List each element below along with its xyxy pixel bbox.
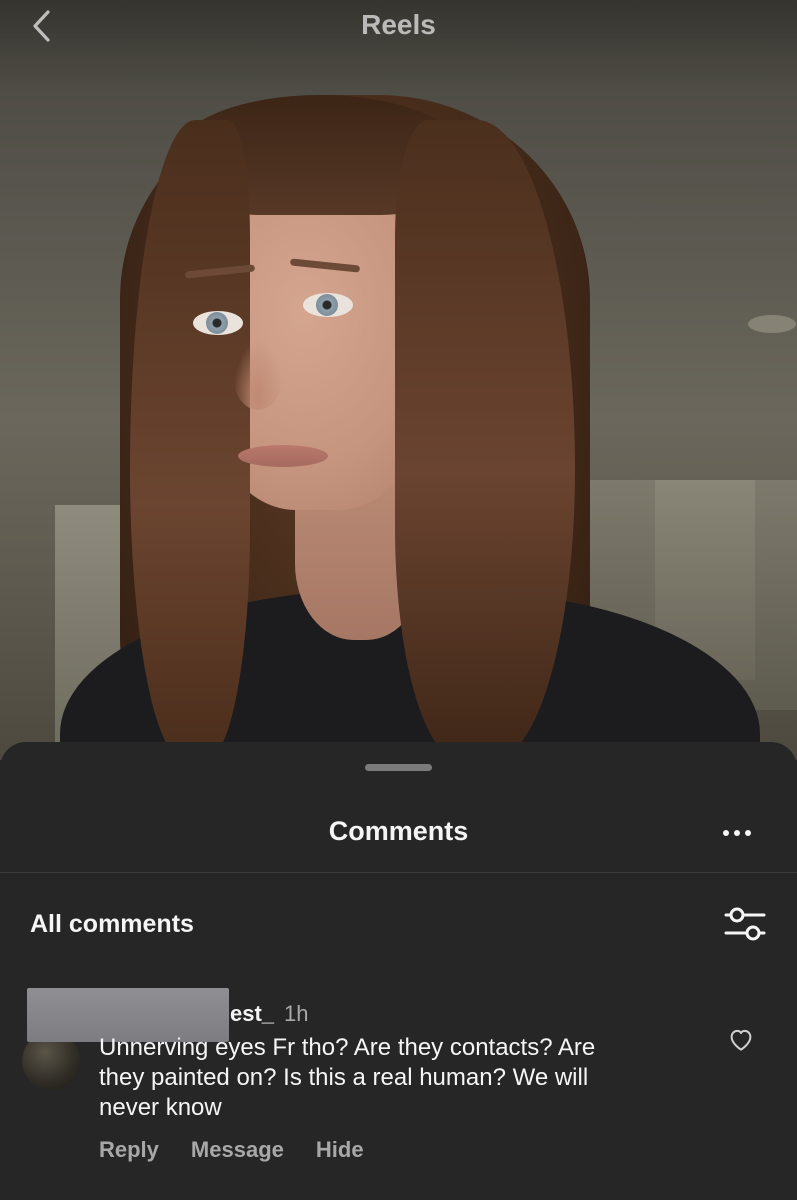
top-bar: Reels <box>0 0 797 56</box>
hide-button[interactable]: Hide <box>316 1137 364 1163</box>
comment-actions: Reply Message Hide <box>99 1137 364 1163</box>
divider <box>0 872 797 873</box>
page-title: Reels <box>361 9 436 40</box>
reel-video[interactable] <box>0 0 797 760</box>
comment-username[interactable]: est_ <box>230 1001 274 1027</box>
comments-filter-label: All comments <box>30 910 194 938</box>
heart-outline-icon <box>730 1029 752 1051</box>
like-button[interactable] <box>726 1024 756 1054</box>
more-options-button[interactable] <box>718 818 758 848</box>
sheet-drag-handle[interactable] <box>365 764 432 771</box>
comments-sheet: Comments All comments est_ 1h Unnerving … <box>0 742 797 1200</box>
filter-button[interactable] <box>722 904 768 944</box>
ceiling-light <box>748 315 796 333</box>
more-horizontal-icon <box>723 830 751 836</box>
comment-timestamp: 1h <box>284 1001 309 1026</box>
person-eye <box>303 293 353 317</box>
person-eye <box>193 311 243 335</box>
message-button[interactable]: Message <box>191 1137 284 1163</box>
person-nose <box>233 340 283 410</box>
sliders-icon <box>724 907 766 941</box>
person-lips <box>238 445 328 467</box>
reply-button[interactable]: Reply <box>99 1137 159 1163</box>
comment-text: Unnerving eyes Fr tho? Are they contacts… <box>99 1034 596 1121</box>
sheet-title: Comments <box>328 816 469 846</box>
comment-item: est_ 1h Unnerving eyes Fr tho? Are they … <box>0 982 797 1182</box>
